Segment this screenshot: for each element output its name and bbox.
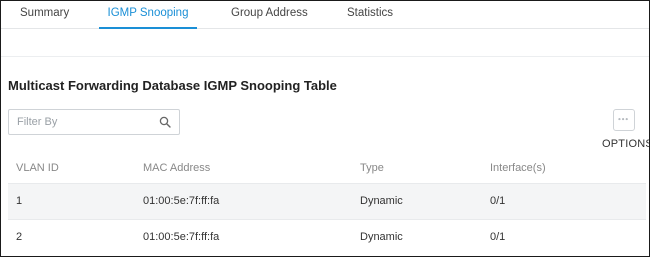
options-label[interactable]: OPTIONS xyxy=(602,138,649,150)
cell-type: Dynamic xyxy=(360,231,403,243)
search-icon[interactable] xyxy=(159,116,171,128)
tab-group-address[interactable]: Group Address xyxy=(231,7,308,29)
snooping-table: VLAN ID MAC Address Type Interface(s) 1 … xyxy=(8,153,646,255)
toolbar-band xyxy=(1,30,649,57)
options-button[interactable] xyxy=(613,109,635,131)
cell-mac-address: 01:00:5e:7f:ff:fa xyxy=(143,195,220,207)
cell-type: Dynamic xyxy=(360,195,403,207)
tab-statistics[interactable]: Statistics xyxy=(347,7,393,29)
cell-interfaces: 0/1 xyxy=(490,231,506,243)
table-row[interactable]: 1 01:00:5e:7f:ff:fa Dynamic 0/1 xyxy=(8,183,646,219)
table-header: VLAN ID MAC Address Type Interface(s) xyxy=(8,153,646,183)
column-header-interfaces[interactable]: Interface(s) xyxy=(490,162,546,174)
filter-box xyxy=(8,109,180,135)
window: Summary IGMP Snooping Group Address Stat… xyxy=(0,0,650,257)
tab-igmp-snooping[interactable]: IGMP Snooping xyxy=(99,7,197,29)
column-header-vlan-id[interactable]: VLAN ID xyxy=(16,162,59,174)
filter-input[interactable] xyxy=(9,110,154,134)
tab-summary[interactable]: Summary xyxy=(20,7,69,29)
column-header-type[interactable]: Type xyxy=(360,162,384,174)
more-dots-icon xyxy=(618,118,628,121)
tab-bar: Summary IGMP Snooping Group Address Stat… xyxy=(1,1,649,29)
cell-interfaces: 0/1 xyxy=(490,195,506,207)
column-header-mac-address[interactable]: MAC Address xyxy=(143,162,210,174)
table-row[interactable]: 2 01:00:5e:7f:ff:fa Dynamic 0/1 xyxy=(8,219,646,255)
cell-vlan-id: 2 xyxy=(16,231,23,243)
cell-mac-address: 01:00:5e:7f:ff:fa xyxy=(143,231,220,243)
cell-vlan-id: 1 xyxy=(16,195,23,207)
section-title: Multicast Forwarding Database IGMP Snoop… xyxy=(8,78,337,93)
